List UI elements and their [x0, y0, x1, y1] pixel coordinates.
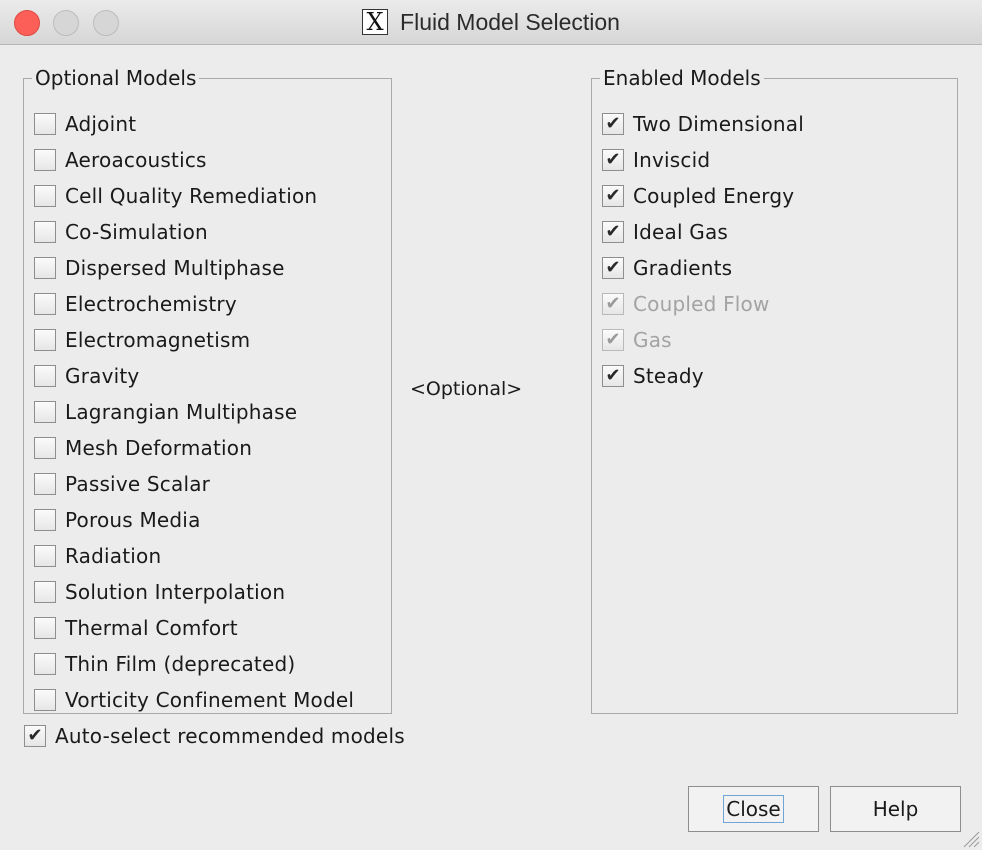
- model-checkbox[interactable]: [34, 329, 56, 351]
- model-option-mesh-deformation[interactable]: Mesh Deformation: [34, 435, 252, 461]
- model-label: Aeroacoustics: [65, 148, 207, 172]
- model-label: Gas: [633, 328, 672, 352]
- model-label: Ideal Gas: [633, 220, 729, 244]
- model-checkbox[interactable]: [34, 545, 56, 567]
- model-checkbox[interactable]: [34, 221, 56, 243]
- optional-models-panel: Optional Models Adjoint Aeroacoustics Cell…: [23, 68, 392, 714]
- optional-models-legend: Optional Models: [35, 66, 197, 90]
- model-checkbox[interactable]: [34, 653, 56, 675]
- auto-select-option[interactable]: Auto-select recommended models: [24, 723, 405, 749]
- model-checkbox[interactable]: [602, 257, 624, 279]
- model-checkbox[interactable]: [34, 401, 56, 423]
- model-label: Electromagnetism: [65, 328, 251, 352]
- model-checkbox[interactable]: [34, 509, 56, 531]
- model-option-radiation[interactable]: Radiation: [34, 543, 161, 569]
- window-title: Fluid Model Selection: [400, 8, 620, 35]
- model-option-thermal-comfort[interactable]: Thermal Comfort: [34, 615, 238, 641]
- model-label: Steady: [633, 364, 704, 388]
- auto-select-checkbox[interactable]: [24, 725, 46, 747]
- model-option-dispersed-multiphase[interactable]: Dispersed Multiphase: [34, 255, 285, 281]
- model-option-aeroacoustics[interactable]: Aeroacoustics: [34, 147, 207, 173]
- model-option-electromagnetism[interactable]: Electromagnetism: [34, 327, 250, 353]
- model-checkbox[interactable]: [602, 185, 624, 207]
- model-label: Lagrangian Multiphase: [65, 400, 298, 424]
- model-option-lagrangian-multiphase[interactable]: Lagrangian Multiphase: [34, 399, 297, 425]
- model-label: Inviscid: [633, 148, 711, 172]
- close-button[interactable]: Close: [688, 786, 819, 832]
- x-app-icon: X: [362, 9, 389, 35]
- model-label: Gravity: [65, 364, 140, 388]
- help-button-label: Help: [872, 797, 919, 821]
- model-checkbox[interactable]: [602, 221, 624, 243]
- title-wrap: X Fluid Model Selection: [0, 0, 982, 44]
- model-option-coupled-flow: Coupled Flow: [602, 291, 770, 317]
- model-label: Radiation: [65, 544, 162, 568]
- optional-label: <Optional>: [410, 378, 523, 400]
- model-label: Solution Interpolation: [65, 580, 286, 604]
- model-label: Vorticity Confinement Model: [65, 688, 355, 712]
- model-label: Passive Scalar: [65, 472, 211, 496]
- model-checkbox[interactable]: [34, 185, 56, 207]
- model-label: Co-Simulation: [65, 220, 208, 244]
- model-checkbox: [602, 329, 624, 351]
- model-option-gradients[interactable]: Gradients: [602, 255, 732, 281]
- close-button-label: Close: [723, 795, 784, 823]
- title-bar: X Fluid Model Selection: [0, 0, 982, 45]
- model-checkbox[interactable]: [34, 581, 56, 603]
- model-checkbox[interactable]: [34, 617, 56, 639]
- model-label: Cell Quality Remediation: [65, 184, 318, 208]
- resize-grip-icon[interactable]: [958, 826, 980, 848]
- model-checkbox[interactable]: [602, 149, 624, 171]
- model-label: Electrochemistry: [65, 292, 237, 316]
- model-label: Porous Media: [65, 508, 201, 532]
- model-option-gas: Gas: [602, 327, 672, 353]
- model-checkbox: [602, 293, 624, 315]
- model-option-ideal-gas[interactable]: Ideal Gas: [602, 219, 728, 245]
- help-button[interactable]: Help: [830, 786, 961, 832]
- model-option-adjoint[interactable]: Adjoint: [34, 111, 136, 137]
- model-checkbox[interactable]: [34, 149, 56, 171]
- model-checkbox[interactable]: [602, 113, 624, 135]
- model-checkbox[interactable]: [34, 473, 56, 495]
- model-label: Thin Film (deprecated): [65, 652, 296, 676]
- model-label: Coupled Energy: [633, 184, 795, 208]
- model-label: Coupled Flow: [633, 292, 770, 316]
- model-option-two-dimensional[interactable]: Two Dimensional: [602, 111, 804, 137]
- model-option-solution-interpolation[interactable]: Solution Interpolation: [34, 579, 285, 605]
- model-label: Thermal Comfort: [65, 616, 238, 640]
- model-option-co-simulation[interactable]: Co-Simulation: [34, 219, 208, 245]
- model-checkbox[interactable]: [34, 113, 56, 135]
- model-option-porous-media[interactable]: Porous Media: [34, 507, 201, 533]
- model-checkbox[interactable]: [602, 365, 624, 387]
- enabled-models-panel: Enabled Models Two Dimensional Inviscid Co…: [591, 68, 958, 714]
- model-option-thin-film-deprecated[interactable]: Thin Film (deprecated): [34, 651, 295, 677]
- model-label: Dispersed Multiphase: [65, 256, 285, 280]
- model-checkbox[interactable]: [34, 257, 56, 279]
- model-option-gravity[interactable]: Gravity: [34, 363, 139, 389]
- auto-select-label: Auto-select recommended models: [55, 724, 405, 748]
- model-option-steady[interactable]: Steady: [602, 363, 704, 389]
- model-label: Adjoint: [65, 112, 137, 136]
- model-label: Two Dimensional: [633, 112, 804, 136]
- model-checkbox[interactable]: [34, 365, 56, 387]
- model-option-vorticity-confinement-model[interactable]: Vorticity Confinement Model: [34, 687, 354, 713]
- model-option-passive-scalar[interactable]: Passive Scalar: [34, 471, 210, 497]
- model-option-inviscid[interactable]: Inviscid: [602, 147, 710, 173]
- model-checkbox[interactable]: [34, 437, 56, 459]
- model-checkbox[interactable]: [34, 293, 56, 315]
- model-option-electrochemistry[interactable]: Electrochemistry: [34, 291, 237, 317]
- enabled-models-legend: Enabled Models: [603, 66, 761, 90]
- model-label: Gradients: [633, 256, 733, 280]
- model-checkbox[interactable]: [34, 689, 56, 711]
- model-option-coupled-energy[interactable]: Coupled Energy: [602, 183, 794, 209]
- model-option-cell-quality-remediation[interactable]: Cell Quality Remediation: [34, 183, 317, 209]
- model-label: Mesh Deformation: [65, 436, 253, 460]
